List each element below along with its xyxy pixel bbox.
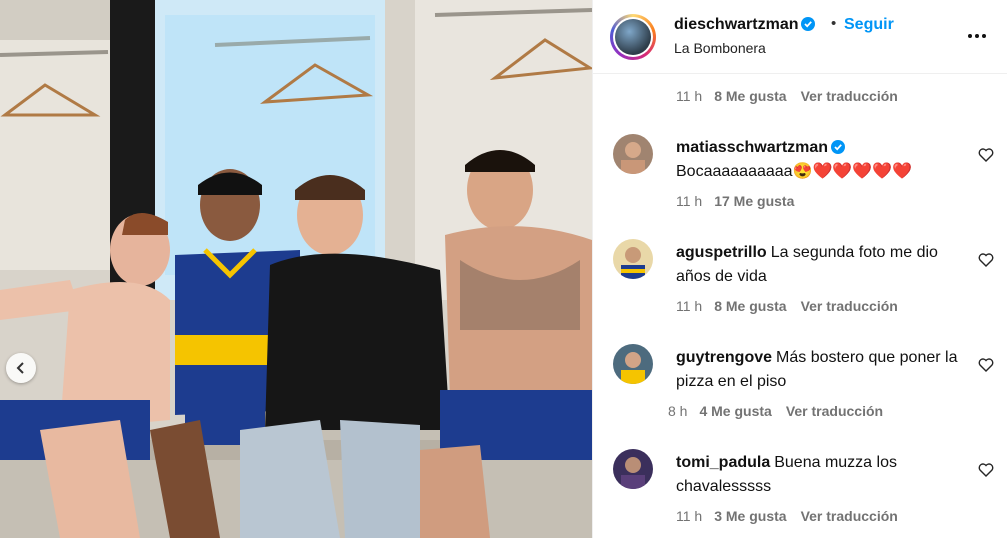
post-photo bbox=[0, 0, 592, 538]
author-avatar[interactable] bbox=[610, 14, 656, 60]
commenter-avatar[interactable] bbox=[613, 449, 653, 489]
comment-likes[interactable]: 8 Me gusta bbox=[714, 298, 786, 314]
post-location[interactable]: La Bombonera bbox=[674, 40, 766, 56]
like-heart-icon[interactable] bbox=[978, 462, 994, 478]
comments-panel: dieschwartzman • Seguir La Bombonera 11 … bbox=[592, 0, 1007, 538]
comment-body: tomi_padula Buena muzza los chavalesssss bbox=[676, 451, 971, 499]
commenter-avatar[interactable] bbox=[613, 239, 653, 279]
caption-likes[interactable]: 8 Me gusta bbox=[714, 88, 786, 104]
comment-username[interactable]: matiasschwartzman bbox=[676, 139, 846, 156]
locker-room-photo bbox=[0, 0, 592, 538]
comment-likes[interactable]: 17 Me gusta bbox=[714, 193, 794, 209]
comment-username[interactable]: aguspetrillo bbox=[676, 244, 767, 261]
caption-time: 11 h bbox=[676, 88, 703, 104]
carousel-previous-button[interactable] bbox=[6, 353, 36, 383]
verified-badge-icon bbox=[801, 17, 816, 31]
comment-translate-link[interactable]: Ver traducción bbox=[786, 403, 883, 419]
comment-username[interactable]: tomi_padula bbox=[676, 454, 770, 471]
comment-body: aguspetrillo La segunda foto me dio años … bbox=[676, 241, 971, 289]
comment-body: guytrengove Más bostero que poner la pizz… bbox=[676, 346, 971, 394]
post-header: dieschwartzman • Seguir La Bombonera bbox=[593, 0, 1007, 74]
comment-likes[interactable]: 4 Me gusta bbox=[699, 403, 771, 419]
comment-translate-link[interactable]: Ver traducción bbox=[801, 508, 898, 524]
comment-time: 11 h bbox=[676, 508, 703, 524]
commenter-avatar[interactable] bbox=[613, 134, 653, 174]
commenter-avatar[interactable] bbox=[613, 344, 653, 384]
chevron-left-icon bbox=[16, 362, 24, 374]
more-options-icon[interactable] bbox=[963, 24, 991, 48]
comment-meta: 8 h 4 Me gusta Ver traducción bbox=[668, 403, 883, 419]
comment-meta: 11 h 3 Me gusta Ver traducción bbox=[676, 508, 898, 524]
comment-username[interactable]: guytrengove bbox=[676, 349, 772, 366]
comment-likes[interactable]: 3 Me gusta bbox=[714, 508, 786, 524]
author-username[interactable]: dieschwartzman bbox=[674, 16, 816, 34]
comment-time: 8 h bbox=[668, 403, 688, 419]
comment-time: 11 h bbox=[676, 298, 703, 314]
comment-meta: 11 h 8 Me gusta Ver traducción bbox=[676, 298, 898, 314]
header-separator: • bbox=[831, 15, 837, 32]
verified-badge-icon bbox=[831, 140, 846, 154]
follow-button[interactable]: Seguir bbox=[844, 16, 894, 34]
comment-text: Bocaaaaaaaaaa😍❤️❤️❤️❤️❤️ bbox=[676, 163, 913, 180]
caption-meta: 11 h 8 Me gusta Ver traducción bbox=[676, 88, 898, 104]
like-heart-icon[interactable] bbox=[978, 252, 994, 268]
comment-translate-link[interactable]: Ver traducción bbox=[801, 298, 898, 314]
comment-time: 11 h bbox=[676, 193, 703, 209]
like-heart-icon[interactable] bbox=[978, 147, 994, 163]
comment-meta: 11 h 17 Me gusta bbox=[676, 193, 808, 209]
like-heart-icon[interactable] bbox=[978, 357, 994, 373]
comment-body: matiasschwartzman Bocaaaaaaaaaa😍❤️❤️❤️❤️… bbox=[676, 136, 971, 184]
caption-translate-link[interactable]: Ver traducción bbox=[801, 88, 898, 104]
